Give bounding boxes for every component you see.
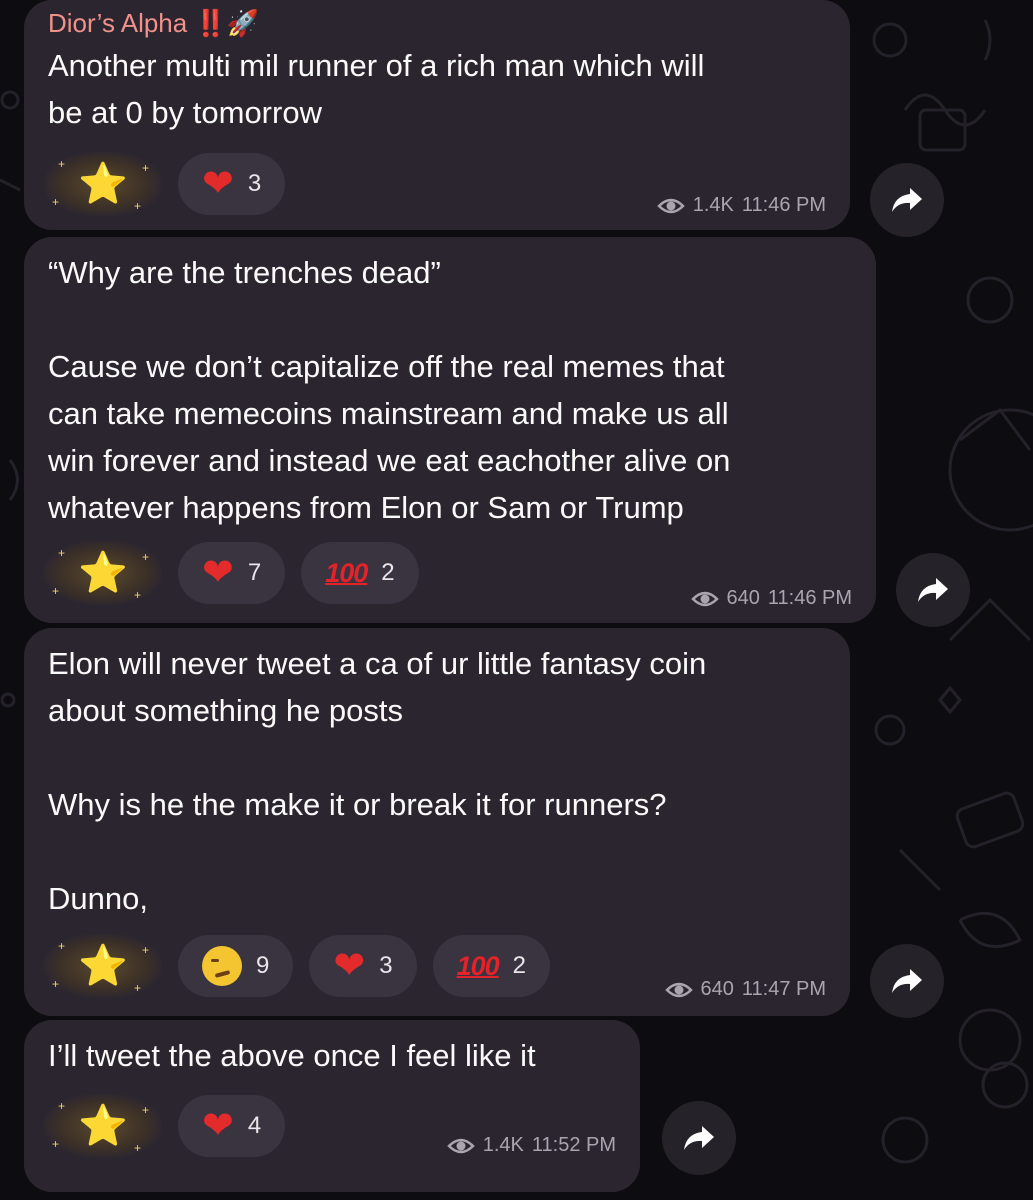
sender-name[interactable]: Dior’s Alpha ‼️🚀	[48, 8, 259, 39]
reaction-hundred[interactable]: 100 2	[432, 935, 550, 997]
star-reaction[interactable]: ⭐ + + + +	[44, 934, 162, 998]
share-button[interactable]	[870, 163, 944, 237]
reactions-bar: ⭐ + + + + ❤ 4	[44, 1094, 286, 1158]
reaction-count: 7	[247, 559, 262, 586]
share-arrow-icon	[892, 969, 922, 993]
share-arrow-icon	[684, 1126, 714, 1150]
share-button[interactable]	[662, 1101, 736, 1175]
message-time: 11:46 PM	[767, 587, 852, 609]
eye-icon	[664, 982, 693, 997]
message-text: “Why are the trenches dead” Cause we don…	[48, 255, 731, 525]
view-count: 640	[726, 587, 760, 609]
view-count: 1.4K	[692, 194, 734, 216]
reaction-hundred[interactable]: 100 2	[301, 542, 419, 604]
message-bubble-4[interactable]: I’ll tweet the above once I feel like it…	[24, 1020, 640, 1192]
star-icon: ⭐	[78, 551, 128, 595]
heart-icon: ❤	[333, 945, 366, 987]
reactions-bar: ⭐ + + + + 9 ❤ 3 100 2	[44, 934, 550, 998]
reaction-heart[interactable]: ❤ 4	[178, 1095, 286, 1157]
reaction-heart[interactable]: ❤ 3	[309, 935, 417, 997]
share-arrow-icon	[918, 578, 948, 602]
reaction-count: 4	[247, 1112, 262, 1139]
reaction-count: 3	[379, 952, 393, 979]
star-icon: ⭐	[78, 944, 128, 988]
star-icon: ⭐	[78, 1104, 128, 1148]
message-time: 11:52 PM	[531, 1134, 616, 1156]
message-meta: 1.4K 11:52 PM	[446, 1134, 616, 1157]
star-reaction[interactable]: ⭐ + + + +	[44, 152, 162, 216]
message-text: Another multi mil runner of a rich man w…	[48, 48, 705, 130]
reaction-heart[interactable]: ❤ 3	[178, 153, 286, 215]
reaction-count: 3	[247, 170, 262, 197]
share-arrow-icon	[892, 188, 922, 212]
message-meta: 1.4K 11:46 PM	[656, 194, 826, 217]
message-text: Elon will never tweet a ca of ur little …	[48, 646, 707, 916]
message-bubble-1[interactable]: Dior’s Alpha ‼️🚀 Another multi mil runne…	[24, 0, 850, 230]
eye-icon	[446, 1138, 475, 1153]
message-meta: 640 11:46 PM	[690, 587, 852, 610]
message-text: I’ll tweet the above once I feel like it	[48, 1038, 536, 1073]
reaction-heart[interactable]: ❤ 7	[178, 542, 286, 604]
heart-icon: ❤	[202, 1105, 234, 1147]
heart-icon: ❤	[202, 552, 234, 594]
star-reaction[interactable]: ⭐ + + + +	[44, 1094, 162, 1158]
eye-icon	[690, 591, 719, 606]
hundred-points-icon: 100	[456, 950, 500, 981]
reactions-bar: ⭐ + + + + ❤ 3	[44, 152, 286, 216]
message-bubble-2[interactable]: “Why are the trenches dead” Cause we don…	[24, 237, 876, 623]
reactions-bar: ⭐ + + + + ❤ 7 100 2	[44, 541, 419, 605]
view-count: 640	[700, 978, 734, 1000]
view-count: 1.4K	[482, 1134, 524, 1156]
message-time: 11:46 PM	[741, 194, 826, 216]
heart-icon: ❤	[202, 163, 234, 205]
reaction-count: 2	[512, 952, 526, 979]
message-time: 11:47 PM	[741, 978, 826, 1000]
eye-icon	[656, 198, 685, 213]
message-meta: 640 11:47 PM	[664, 978, 826, 1001]
share-button[interactable]	[896, 553, 970, 627]
reaction-count: 9	[256, 952, 270, 979]
share-button[interactable]	[870, 944, 944, 1018]
hundred-points-icon: 100	[325, 557, 368, 588]
reaction-woozy[interactable]: 9	[178, 935, 294, 997]
star-icon: ⭐	[78, 162, 128, 206]
star-reaction[interactable]: ⭐ + + + +	[44, 541, 162, 605]
woozy-face-icon	[202, 946, 242, 986]
reaction-count: 2	[381, 559, 395, 586]
message-bubble-3[interactable]: Elon will never tweet a ca of ur little …	[24, 628, 850, 1016]
